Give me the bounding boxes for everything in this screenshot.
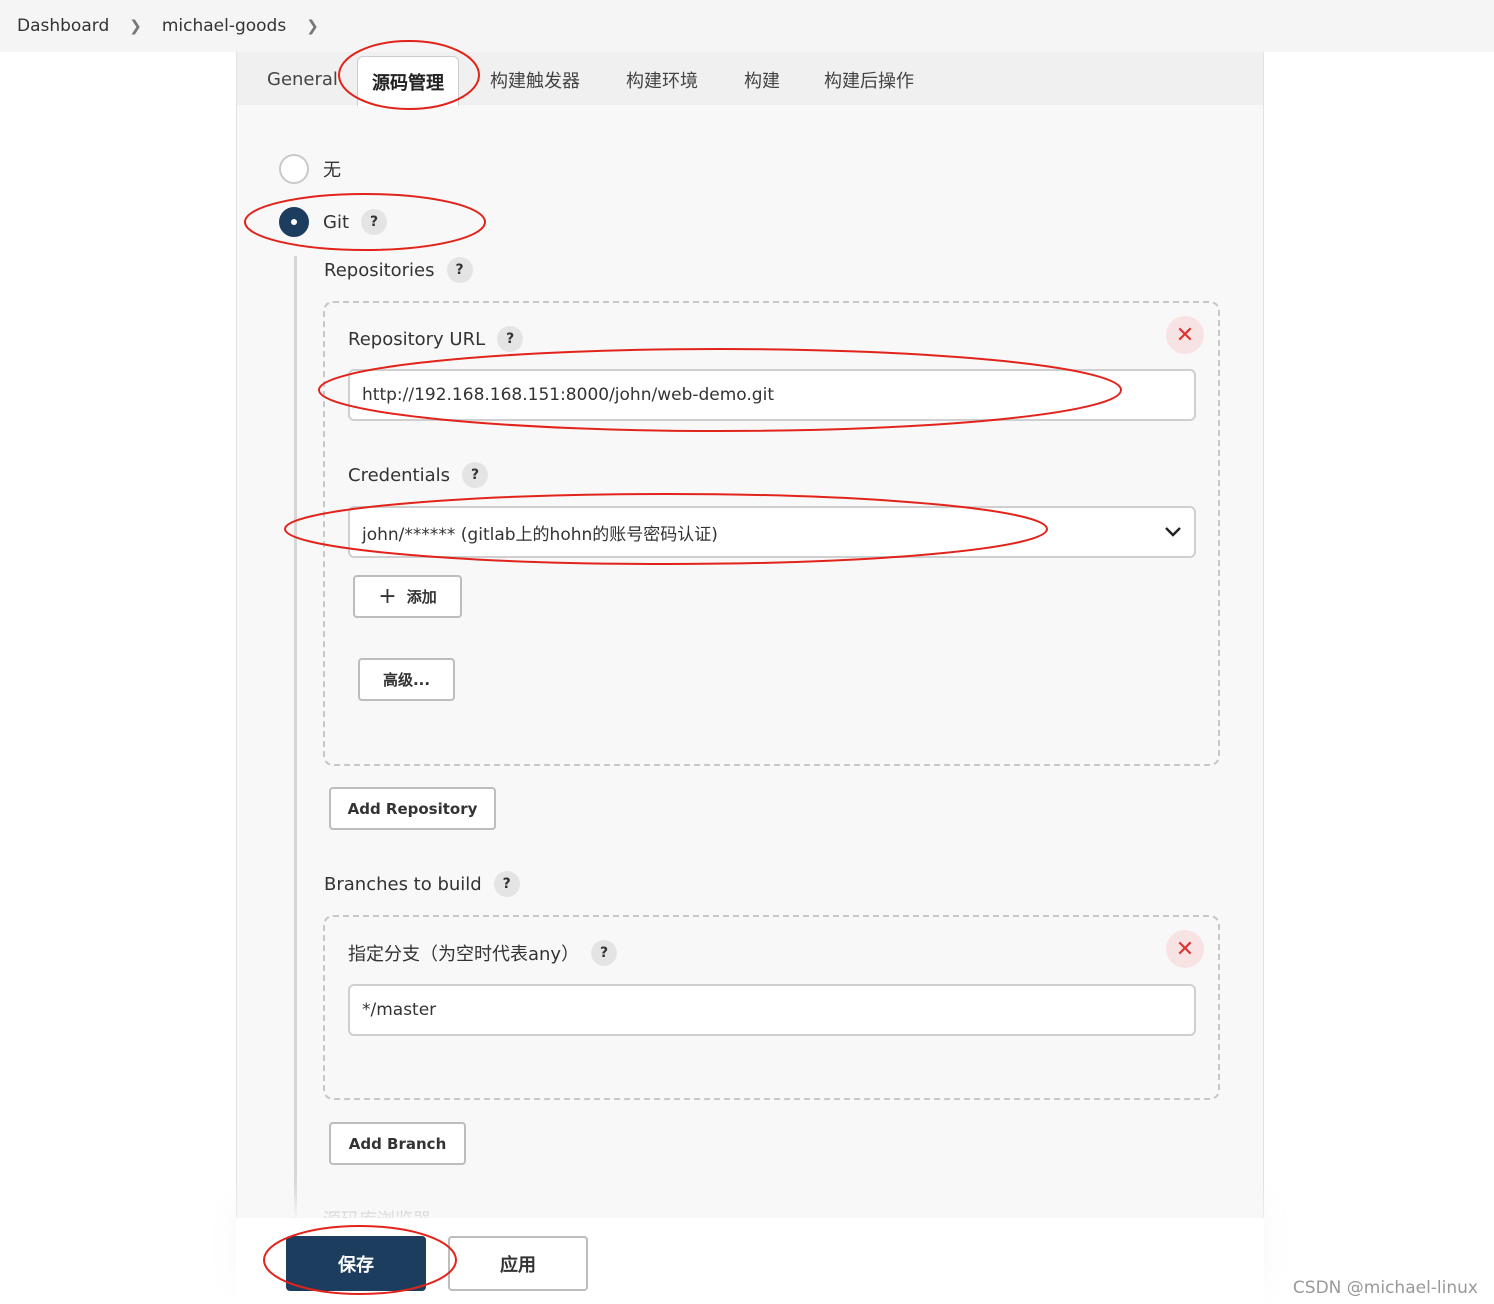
help-icon[interactable]: ?: [446, 257, 473, 283]
chevron-right-icon: ❯: [306, 17, 319, 35]
scm-option-git[interactable]: Git ?: [279, 207, 388, 237]
tab-build-triggers[interactable]: 构建触发器: [490, 67, 580, 93]
credentials-select[interactable]: john/****** (gitlab上的hohn的账号密码认证): [348, 506, 1196, 558]
repositories-label: Repositories ?: [324, 256, 473, 284]
scm-none-label: 无: [323, 160, 341, 181]
watermark: CSDN @michael-linux: [1292, 1278, 1478, 1298]
plus-icon: +: [378, 584, 397, 609]
scm-option-none[interactable]: 无: [279, 154, 341, 184]
config-tabs: General 源码管理 构建触发器 构建环境 构建 构建后操作: [237, 52, 1263, 106]
repository-url-input[interactable]: [348, 369, 1196, 421]
section-indent-line: [294, 256, 297, 1222]
radio-none[interactable]: [279, 154, 309, 184]
breadcrumb: Dashboard ❯ michael-goods ❯: [0, 0, 1494, 52]
breadcrumb-dashboard[interactable]: Dashboard: [17, 16, 109, 36]
tab-post-build-actions[interactable]: 构建后操作: [824, 67, 914, 93]
help-icon[interactable]: ?: [497, 326, 524, 352]
branch-specifier-input[interactable]: [348, 984, 1196, 1036]
repository-url-label: Repository URL ?: [348, 325, 524, 353]
chevron-right-icon: ❯: [129, 17, 142, 35]
credentials-label: Credentials ?: [348, 461, 489, 489]
add-credentials-label: 添加: [406, 588, 437, 606]
branches-to-build-label: Branches to build ?: [324, 870, 520, 898]
tab-build-environment[interactable]: 构建环境: [626, 67, 698, 93]
add-branch-button[interactable]: Add Branch: [329, 1122, 466, 1165]
add-credentials-button[interactable]: + 添加: [353, 575, 462, 618]
chevron-down-icon: [1164, 526, 1182, 538]
branches-to-build-label-text: Branches to build: [324, 873, 482, 895]
branch-specifier-label-text: 指定分支（为空时代表any）: [348, 944, 580, 965]
scm-git-label: Git: [323, 211, 350, 233]
apply-button[interactable]: 应用: [448, 1236, 588, 1291]
breadcrumb-michael-goods[interactable]: michael-goods: [162, 16, 286, 36]
credentials-selected-value: john/****** (gitlab上的hohn的账号密码认证): [362, 524, 718, 545]
tab-build[interactable]: 构建: [744, 67, 780, 93]
add-repository-button[interactable]: Add Repository: [329, 787, 496, 830]
save-button[interactable]: 保存: [286, 1236, 426, 1291]
help-icon[interactable]: ?: [493, 871, 520, 897]
repositories-label-text: Repositories: [324, 259, 435, 281]
close-icon[interactable]: ✕: [1166, 930, 1204, 968]
radio-git[interactable]: [279, 207, 309, 237]
tab-source-code-management[interactable]: 源码管理: [357, 56, 459, 106]
tab-general[interactable]: General: [267, 69, 338, 90]
help-icon[interactable]: ?: [361, 209, 388, 235]
help-icon[interactable]: ?: [462, 462, 489, 488]
help-icon[interactable]: ?: [591, 940, 618, 966]
branch-specifier-label: 指定分支（为空时代表any） ?: [348, 939, 618, 967]
credentials-label-text: Credentials: [348, 464, 451, 486]
repository-url-label-text: Repository URL: [348, 328, 486, 350]
close-icon[interactable]: ✕: [1166, 316, 1204, 354]
advanced-button[interactable]: 高级...: [358, 658, 455, 701]
